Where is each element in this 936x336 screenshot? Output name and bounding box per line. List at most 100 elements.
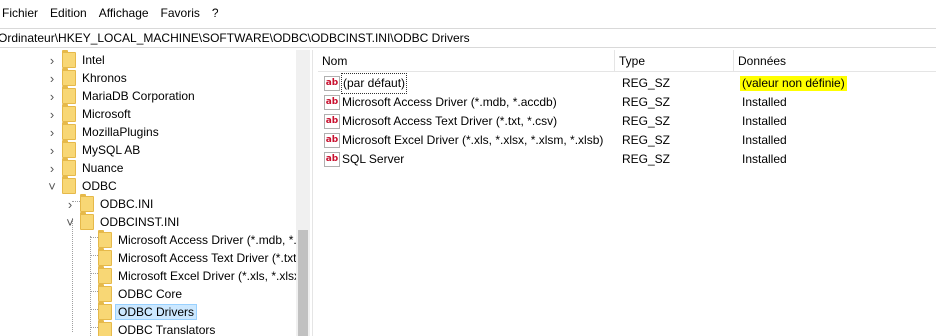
folder-icon [98, 230, 112, 248]
list-item[interactable]: ab Microsoft Excel Driver (*.xls, *.xlsx,… [318, 131, 936, 150]
registry-tree[interactable]: › Intel › Khronos › MariaDB Corporation › Micro… [0, 50, 310, 336]
column-header-type[interactable]: Type [615, 50, 733, 72]
value-name: (par défaut) [340, 73, 408, 94]
tree-item[interactable]: › Nuance [46, 158, 124, 177]
chevron-right-icon[interactable]: › [46, 105, 58, 123]
tree-item-label: Microsoft Access Text Driver (*.txt, [118, 251, 300, 265]
list-item[interactable]: ab (par défaut) REG_SZ (valeur non définie) [318, 73, 936, 94]
folder-icon [98, 266, 112, 284]
values-list[interactable]: Nom Type Données ab (par défaut) REG_SZ (va… [318, 50, 936, 336]
folder-icon [62, 176, 76, 194]
value-data: Installed [742, 133, 787, 147]
tree-item[interactable]: › MySQL AB [46, 140, 141, 159]
chevron-right-icon[interactable]: › [46, 87, 58, 105]
folder-icon [62, 158, 76, 176]
chevron-right-icon[interactable]: › [46, 159, 58, 177]
value-name: Microsoft Access Text Driver (*.txt, *.c… [342, 114, 558, 128]
value-type: REG_SZ [622, 76, 671, 90]
value-data: (valeur non définie) [740, 76, 847, 91]
pane-splitter[interactable] [312, 50, 316, 336]
folder-icon [62, 68, 76, 86]
folder-icon [62, 86, 76, 104]
column-header-name[interactable]: Nom [318, 50, 614, 72]
value-name: Microsoft Access Driver (*.mdb, *.accdb) [342, 95, 557, 109]
tree-item[interactable]: ODBC Translators [82, 320, 216, 336]
menu-affichage[interactable]: Affichage [95, 0, 157, 26]
tree-item[interactable]: ˅ ODBCINST.INI [64, 212, 179, 231]
tree-connector [72, 218, 73, 332]
folder-icon [62, 104, 76, 122]
tree-item[interactable]: › Intel [46, 50, 105, 69]
chevron-right-icon[interactable]: › [46, 69, 58, 87]
tree-item[interactable]: › MozillaPlugins [46, 122, 159, 141]
folder-icon [62, 50, 76, 68]
folder-icon [98, 320, 112, 336]
string-value-icon: ab [324, 152, 340, 167]
tree-item[interactable]: ODBC Core [82, 284, 183, 303]
tree-scrollbar-thumb[interactable] [298, 230, 308, 336]
tree-item[interactable]: ODBC Drivers [82, 302, 198, 321]
tree-item-label: Microsoft Access Driver (*.mdb, *.a [118, 233, 304, 247]
tree-item-label: Microsoft [82, 107, 131, 121]
string-value-icon: ab [324, 95, 340, 110]
list-item[interactable]: ab Microsoft Access Text Driver (*.txt, *… [318, 112, 936, 131]
folder-icon [80, 212, 94, 230]
value-data: Installed [742, 95, 787, 109]
address-bar[interactable]: Ordinateur\HKEY_LOCAL_MACHINE\SOFTWARE\O… [0, 28, 936, 48]
chevron-right-icon[interactable]: › [46, 123, 58, 141]
folder-icon [62, 140, 76, 158]
string-value-icon: ab [324, 114, 340, 129]
menu-bar: Fichier Edition Affichage Favoris ? [0, 0, 936, 26]
folder-icon [98, 248, 112, 266]
chevron-down-icon[interactable]: ˅ [46, 177, 58, 195]
value-data: Installed [742, 152, 787, 166]
chevron-right-icon[interactable]: › [64, 195, 76, 213]
tree-item[interactable]: ˅ ODBC [46, 176, 117, 195]
list-header: Nom Type Données [318, 50, 936, 72]
chevron-down-icon[interactable]: ˅ [64, 213, 76, 231]
value-type: REG_SZ [622, 152, 671, 166]
string-value-icon: ab [324, 76, 340, 91]
tree-item-label: MariaDB Corporation [82, 89, 195, 103]
address-path: Ordinateur\HKEY_LOCAL_MACHINE\SOFTWARE\O… [0, 31, 470, 45]
string-value-icon: ab [324, 133, 340, 148]
value-type: REG_SZ [622, 133, 671, 147]
menu-favoris[interactable]: Favoris [157, 0, 208, 26]
value-name: SQL Server [342, 152, 405, 166]
tree-item-label: ODBC Core [118, 287, 183, 301]
tree-item[interactable]: Microsoft Excel Driver (*.xls, *.xlsx, [82, 266, 304, 285]
folder-icon [98, 284, 112, 302]
tree-item[interactable]: Microsoft Access Driver (*.mdb, *.a [82, 230, 304, 249]
tree-scrollbar[interactable] [296, 50, 310, 336]
tree-item-label: Microsoft Excel Driver (*.xls, *.xlsx, [118, 269, 304, 283]
tree-item-label: ODBC Translators [118, 323, 216, 336]
list-item[interactable]: ab SQL Server REG_SZ Installed [318, 150, 936, 169]
menu-fichier[interactable]: Fichier [0, 0, 46, 26]
tree-item[interactable]: Microsoft Access Text Driver (*.txt, [82, 248, 300, 267]
tree-item-label: Nuance [82, 161, 124, 175]
tree-item[interactable]: › ODBC.INI [64, 194, 153, 213]
tree-item[interactable]: › MariaDB Corporation [46, 86, 195, 105]
menu-edition[interactable]: Edition [46, 0, 95, 26]
folder-icon [62, 122, 76, 140]
value-type: REG_SZ [622, 95, 671, 109]
tree-item[interactable]: › Khronos [46, 68, 127, 87]
tree-item-label: MySQL AB [82, 143, 141, 157]
tree-item[interactable]: › Microsoft [46, 104, 131, 123]
folder-icon [98, 302, 112, 320]
column-header-data[interactable]: Données [734, 50, 934, 72]
tree-item-label: ODBC Drivers [115, 304, 198, 320]
value-type: REG_SZ [622, 114, 671, 128]
list-item[interactable]: ab Microsoft Access Driver (*.mdb, *.accd… [318, 93, 936, 112]
chevron-right-icon[interactable]: › [46, 51, 58, 69]
menu-help[interactable]: ? [208, 0, 227, 26]
tree-item-label: ODBC [82, 179, 117, 193]
chevron-right-icon[interactable]: › [46, 141, 58, 159]
tree-item-label: Intel [82, 53, 105, 67]
value-name: Microsoft Excel Driver (*.xls, *.xlsx, *… [342, 133, 604, 147]
